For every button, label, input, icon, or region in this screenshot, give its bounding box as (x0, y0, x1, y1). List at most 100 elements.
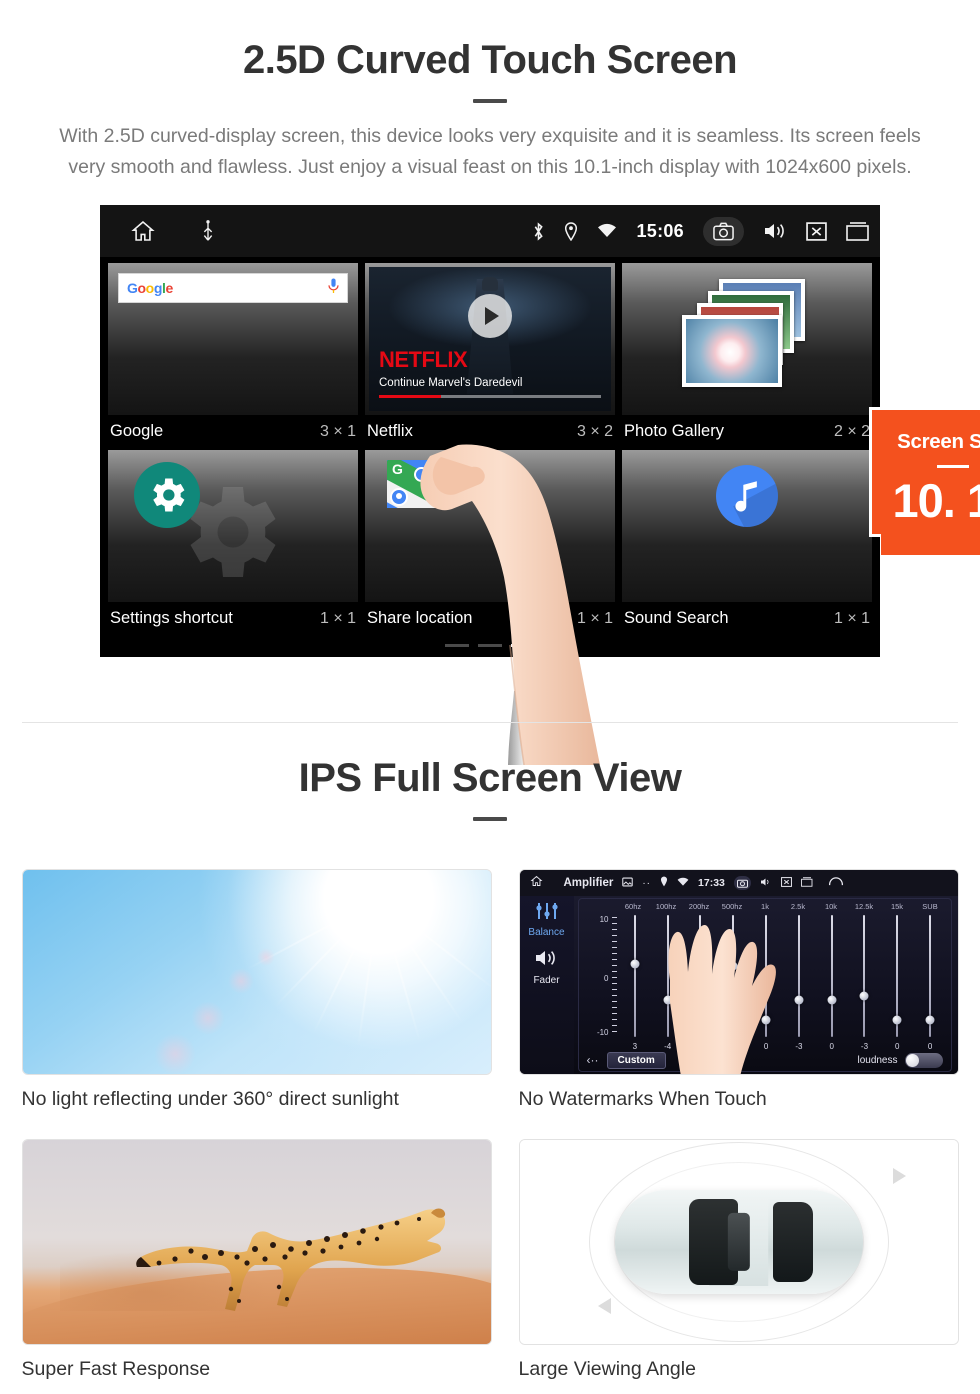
usb-icon[interactable] (200, 220, 216, 242)
widget-size: 3 × 2 (576, 422, 613, 440)
back-arrow-icon[interactable]: ‹·· (587, 1053, 599, 1067)
volume-icon[interactable] (760, 874, 772, 892)
amplifier-app: Amplifier ·· 17:33 Balance Fader 60hz 10… (519, 870, 958, 1074)
back-icon[interactable] (828, 874, 844, 892)
status-bar-left (100, 219, 216, 243)
widget-label: Share location (367, 609, 473, 627)
maps-icon[interactable]: G (387, 460, 439, 508)
feature-caption: No Watermarks When Touch (518, 1088, 767, 1110)
badge-underline (937, 465, 969, 468)
section-divider (22, 722, 958, 723)
loudness-control[interactable]: loudness (857, 1052, 943, 1068)
volume-icon[interactable] (763, 221, 787, 241)
widget-google[interactable]: Google Google 3 × 1 (108, 263, 358, 450)
widget-label-row: Netflix 3 × 2 (365, 415, 615, 450)
photo-gallery-widget[interactable] (622, 263, 872, 415)
eq-value: 0 (829, 1042, 834, 1051)
car-body (614, 1190, 863, 1294)
widget-label-row: Photo Gallery 2 × 2 (622, 415, 872, 450)
home-icon[interactable] (130, 219, 156, 243)
loudness-toggle[interactable] (904, 1052, 943, 1068)
more-icon[interactable]: ·· (642, 878, 651, 889)
car-scene (519, 1140, 958, 1344)
widget-label: Settings shortcut (110, 609, 233, 627)
status-bar-right: 15:06 (532, 216, 880, 246)
feature-caption: No light reflecting under 360° direct su… (21, 1088, 399, 1110)
feature-card-grid: No light reflecting under 360° direct su… (21, 869, 959, 1381)
photo-card-front (682, 315, 782, 387)
home-icon[interactable] (530, 874, 543, 892)
rear-window (773, 1202, 813, 1282)
mic-icon[interactable] (328, 278, 339, 299)
location-icon (564, 221, 578, 241)
amplifier-side-panel: Balance Fader (519, 896, 574, 1074)
scale-ticks (611, 917, 617, 1035)
feature-card-viewing-angle: Large Viewing Angle (518, 1139, 959, 1381)
device-preview: 15:06 Google Google 3 × 1 NETFLIX Contin… (100, 205, 980, 765)
page-indicator[interactable] (445, 644, 535, 647)
page-dot-active[interactable] (511, 644, 535, 647)
widget-netflix[interactable]: NETFLIX Continue Marvel's Daredevil Netf… (365, 263, 615, 450)
eq-slider[interactable] (914, 915, 947, 1037)
netflix-logo: NETFLIX (379, 347, 468, 372)
netflix-subtitle: Continue Marvel's Daredevil (379, 377, 523, 389)
close-icon[interactable] (780, 874, 792, 892)
page-dot[interactable] (478, 644, 502, 647)
widget-label: Photo Gallery (624, 422, 724, 440)
play-icon[interactable] (468, 293, 512, 338)
title-underline (473, 817, 507, 821)
photo-stack (622, 263, 872, 415)
scale-top: 10 (599, 915, 609, 924)
settings-widget[interactable] (108, 450, 358, 602)
netflix-widget[interactable]: NETFLIX Continue Marvel's Daredevil (365, 263, 615, 415)
eq-slider[interactable] (848, 915, 881, 1037)
google-search-widget[interactable]: Google (108, 263, 358, 415)
title-underline (473, 99, 507, 103)
recents-icon[interactable] (846, 221, 870, 241)
widget-label: Netflix (367, 422, 413, 440)
hand-illustration-amplifier (667, 924, 776, 1074)
share-location-widget[interactable]: G (365, 450, 615, 602)
widget-label-row: Settings shortcut 1 × 1 (108, 602, 358, 637)
eq-slider[interactable] (881, 915, 914, 1037)
recents-icon[interactable] (800, 874, 813, 892)
widget-sound-search[interactable]: Sound Search 1 × 1 (622, 450, 872, 637)
widget-label-row: Share location 1 × 1 (365, 602, 615, 637)
amplifier-title: Amplifier (563, 877, 614, 889)
widget-row-1: Google Google 3 × 1 NETFLIX Continue Mar… (108, 263, 872, 450)
fader-label[interactable]: Fader (520, 975, 574, 986)
wifi-icon (677, 874, 689, 892)
widget-size: 1 × 1 (833, 609, 870, 627)
bluetooth-icon (532, 221, 545, 241)
page-dot[interactable] (445, 644, 469, 647)
orbit-arrow-top (892, 1168, 906, 1184)
eq-slider[interactable] (815, 915, 848, 1037)
camera-icon[interactable] (733, 876, 751, 890)
sound-search-widget[interactable] (622, 450, 872, 602)
camera-icon[interactable] (703, 216, 744, 246)
section-description: With 2.5D curved-display screen, this de… (59, 125, 921, 178)
location-icon (660, 874, 668, 892)
widget-settings-shortcut[interactable]: Settings shortcut 1 × 1 (108, 450, 358, 637)
feature-caption: Super Fast Response (21, 1358, 211, 1380)
widget-photo-gallery[interactable]: Photo Gallery 2 × 2 (622, 263, 872, 450)
equalizer-scale: 10 0 -10 (589, 915, 617, 1037)
widget-label: Google (110, 422, 164, 440)
gallery-icon[interactable] (622, 874, 634, 892)
balance-label[interactable]: Balance (520, 927, 574, 938)
netflix-figure (482, 277, 498, 292)
feature-card-no-watermarks: Amplifier ·· 17:33 Balance Fader 60hz 10… (518, 869, 959, 1111)
amplifier-clock: 17:33 (698, 877, 725, 889)
google-logo: Google (127, 280, 173, 296)
widget-share-location[interactable]: G Share location 1 × 1 (365, 450, 615, 637)
badge-label: Screen Size (897, 430, 980, 453)
sliders-icon[interactable] (520, 902, 574, 925)
speaker-icon[interactable] (520, 948, 574, 973)
amplifier-equalizer-screenshot: Amplifier ·· 17:33 Balance Fader 60hz 10… (518, 869, 959, 1075)
scale-bottom: -10 (596, 1028, 609, 1037)
close-icon[interactable] (806, 221, 827, 241)
netflix-artwork: NETFLIX Continue Marvel's Daredevil (369, 267, 611, 411)
gear-icon[interactable] (134, 462, 200, 528)
search-input[interactable]: Google (118, 273, 348, 303)
music-note-icon[interactable] (716, 465, 778, 527)
